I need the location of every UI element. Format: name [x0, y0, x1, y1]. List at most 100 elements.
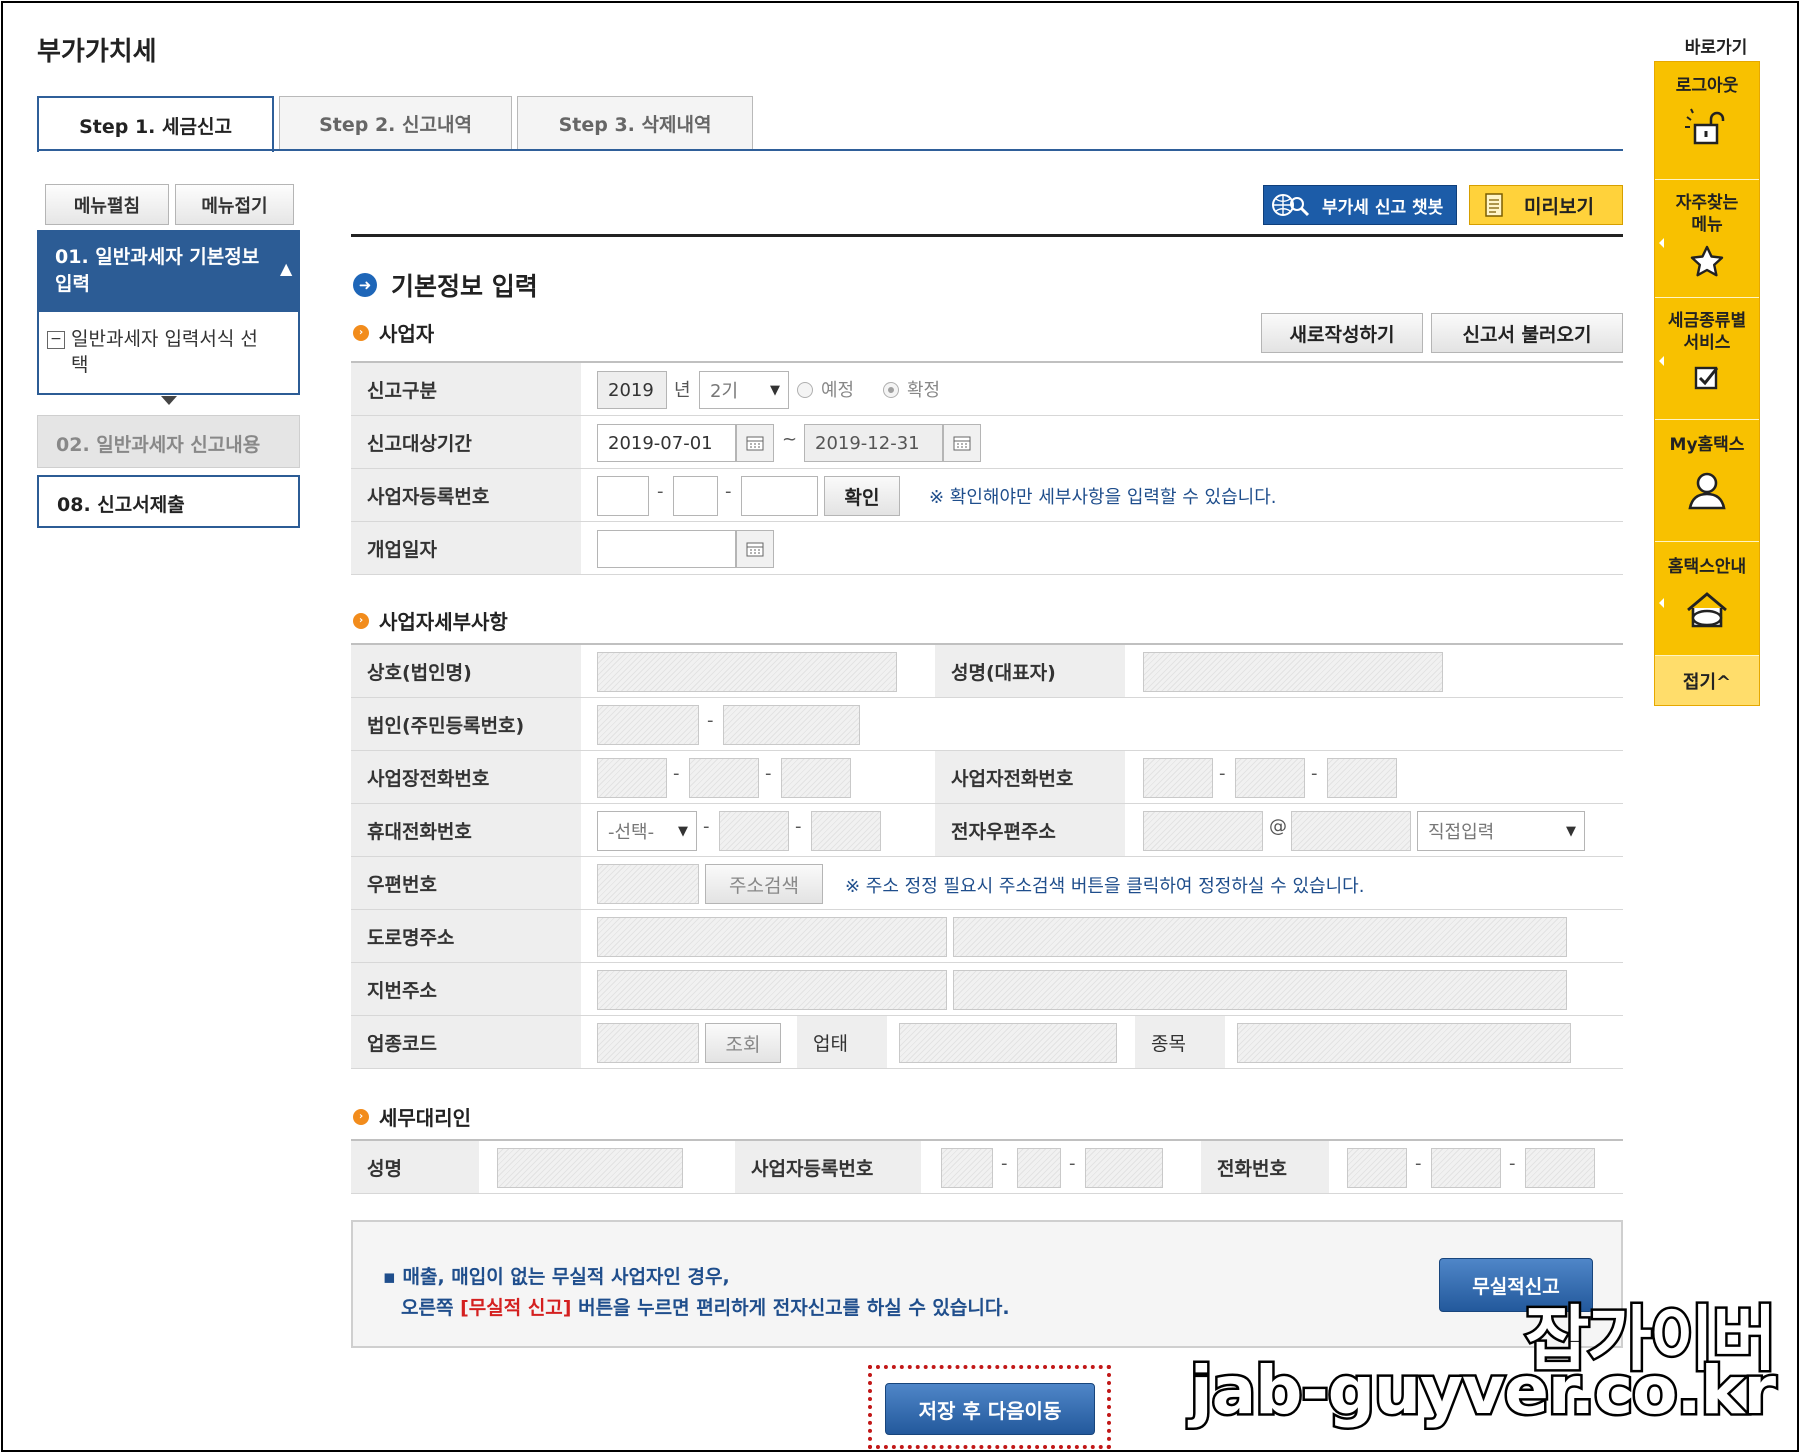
reg-no-part2[interactable]: [673, 476, 718, 516]
biz-item-label: 종목: [1135, 1016, 1225, 1068]
period-select[interactable]: 2기 ▼: [699, 371, 789, 409]
step-08-item[interactable]: 08. 신고서제출: [37, 475, 300, 528]
star-icon: [1690, 245, 1724, 277]
biz-item-field[interactable]: [1237, 1023, 1571, 1063]
reg-no-confirm-button[interactable]: 확인: [824, 476, 900, 516]
quick-fold-button[interactable]: 접기^: [1655, 656, 1759, 705]
agent-reg-no-label: 사업자등록번호: [735, 1141, 921, 1193]
agent-phone-part2[interactable]: [1431, 1148, 1501, 1188]
dash: -: [725, 481, 732, 502]
caret-down-icon: ▼: [1566, 823, 1576, 839]
rep-name-field[interactable]: [1143, 652, 1443, 692]
corp-id-part2[interactable]: [723, 705, 860, 745]
industry-row: 업종코드 조회 업태 종목: [351, 1016, 1623, 1069]
period-label: 신고대상기간: [351, 416, 581, 468]
biz-phone-part2[interactable]: [689, 758, 759, 798]
period-select-value: 2기: [710, 381, 739, 402]
tab-step2[interactable]: Step 2. 신고내역: [279, 96, 512, 150]
lot-addr-field2[interactable]: [953, 970, 1567, 1010]
owner-phone-part2[interactable]: [1235, 758, 1305, 798]
dash: -: [1509, 1153, 1516, 1174]
company-field[interactable]: [597, 652, 897, 692]
agent-name-field[interactable]: [497, 1148, 683, 1188]
step-01-header[interactable]: 01. 일반과세자 기본정보 입력: [39, 232, 298, 312]
document-icon: [1485, 193, 1503, 217]
reg-no-part3[interactable]: [741, 476, 818, 516]
biz-phone-label: 사업장전화번호: [351, 751, 581, 803]
period-to-field[interactable]: 2019-12-31: [804, 424, 943, 462]
quick-logout[interactable]: 로그아웃: [1655, 62, 1759, 180]
agent-reg-no-part1[interactable]: [941, 1148, 993, 1188]
industry-code-field[interactable]: [597, 1023, 699, 1063]
chatbot-label: 부가세 신고 챗봇: [1322, 197, 1444, 218]
year-field[interactable]: 2019: [597, 371, 667, 409]
step-01-sub-label: 일반과세자 입력서식 선택: [71, 328, 258, 376]
step-01-subitem[interactable]: − 일반과세자 입력서식 선택: [47, 326, 271, 378]
owner-phone-part1[interactable]: [1143, 758, 1213, 798]
calendar-icon[interactable]: [943, 424, 981, 462]
road-addr-field1[interactable]: [597, 917, 947, 957]
open-date-field[interactable]: [597, 530, 736, 568]
company-row: 상호(법인명) 성명(대표자): [351, 645, 1623, 698]
quick-hometax-guide[interactable]: 홈택스안내: [1655, 542, 1759, 656]
step-01-label: 01. 일반과세자 기본정보 입력: [55, 246, 260, 295]
industry-code-label: 업종코드: [351, 1016, 581, 1068]
chevron-up-icon[interactable]: ▲: [280, 259, 292, 278]
road-addr-field2[interactable]: [953, 917, 1567, 957]
agent-phone-part1[interactable]: [1347, 1148, 1407, 1188]
caret-down-icon: ▼: [678, 823, 688, 839]
zip-row: 우편번호 주소검색 ※ 주소 정정 필요시 주소검색 버튼을 클릭하여 정정하실…: [351, 857, 1623, 910]
tab-step3[interactable]: Step 3. 삭제내역: [517, 96, 753, 150]
details-heading-text: 사업자세부사항: [379, 610, 508, 634]
step-02-item[interactable]: 02. 일반과세자 신고내용: [37, 415, 300, 468]
preview-button[interactable]: 미리보기: [1469, 185, 1623, 225]
email-id-field[interactable]: [1143, 811, 1263, 851]
biz-phone-part3[interactable]: [781, 758, 851, 798]
menu-expand-button[interactable]: 메뉴펼침: [45, 184, 169, 225]
dash: -: [1415, 1153, 1422, 1174]
corp-id-part1[interactable]: [597, 705, 699, 745]
biz-phone-part1[interactable]: [597, 758, 667, 798]
dash: -: [1311, 763, 1318, 784]
mobile-part3[interactable]: [811, 811, 881, 851]
globe-search-icon: [1272, 194, 1310, 217]
zip-field[interactable]: [597, 864, 699, 904]
email-domain-select[interactable]: 직접입력 ▼: [1417, 811, 1585, 851]
email-domain-field[interactable]: [1291, 811, 1411, 851]
caret-down-icon: ▼: [770, 382, 780, 398]
mobile-part2[interactable]: [719, 811, 789, 851]
calendar-icon[interactable]: [736, 424, 774, 462]
menu-collapse-button[interactable]: 메뉴접기: [175, 184, 294, 225]
quick-tax-service[interactable]: 세금종류별 서비스: [1655, 298, 1759, 420]
period-row: 신고대상기간 2019-07-01 ~ 2019-12-31: [351, 416, 1623, 469]
chatbot-button[interactable]: 부가세 신고 챗봇: [1263, 185, 1457, 225]
quick-favorites[interactable]: 자주찾는 메뉴: [1655, 180, 1759, 298]
agent-phone-part3[interactable]: [1525, 1148, 1595, 1188]
agent-reg-no-part2[interactable]: [1017, 1148, 1061, 1188]
address-search-button[interactable]: 주소검색: [705, 864, 823, 904]
dash: -: [1001, 1153, 1008, 1174]
year-unit: 년: [674, 380, 691, 401]
reg-no-part1[interactable]: [597, 476, 649, 516]
load-form-button[interactable]: 신고서 불러오기: [1431, 313, 1623, 353]
new-form-button[interactable]: 새로작성하기: [1261, 313, 1423, 353]
biz-type-field[interactable]: [899, 1023, 1117, 1063]
lookup-button[interactable]: 조회: [705, 1023, 781, 1063]
lot-addr-field1[interactable]: [597, 970, 947, 1010]
zip-note: ※ 주소 정정 필요시 주소검색 버튼을 클릭하여 정정하실 수 있습니다.: [845, 876, 1365, 897]
radio-final-label: 확정: [907, 380, 941, 401]
details-table: 상호(법인명) 성명(대표자) 법인(주민등록번호) - 사업장전화번호 - -…: [351, 643, 1623, 1070]
mobile-prefix-select[interactable]: -선택- ▼: [597, 811, 697, 851]
period-from-field[interactable]: 2019-07-01: [597, 424, 736, 462]
open-date-label: 개업일자: [351, 522, 581, 574]
radio-final[interactable]: 확정: [883, 376, 940, 402]
quick-my-hometax[interactable]: My홈택스: [1655, 420, 1759, 542]
agent-reg-no-part3[interactable]: [1085, 1148, 1163, 1188]
tab-step1[interactable]: Step 1. 세금신고: [37, 96, 274, 152]
save-next-button[interactable]: 저장 후 다음이동: [885, 1383, 1095, 1435]
owner-phone-part3[interactable]: [1327, 758, 1397, 798]
corp-id-label: 법인(주민등록번호): [351, 698, 581, 750]
calendar-icon[interactable]: [736, 530, 774, 568]
radio-scheduled[interactable]: 예정: [797, 376, 854, 402]
mobile-row: 휴대전화번호 -선택- ▼ - - 전자우편주소 @ 직접입력 ▼: [351, 804, 1623, 857]
